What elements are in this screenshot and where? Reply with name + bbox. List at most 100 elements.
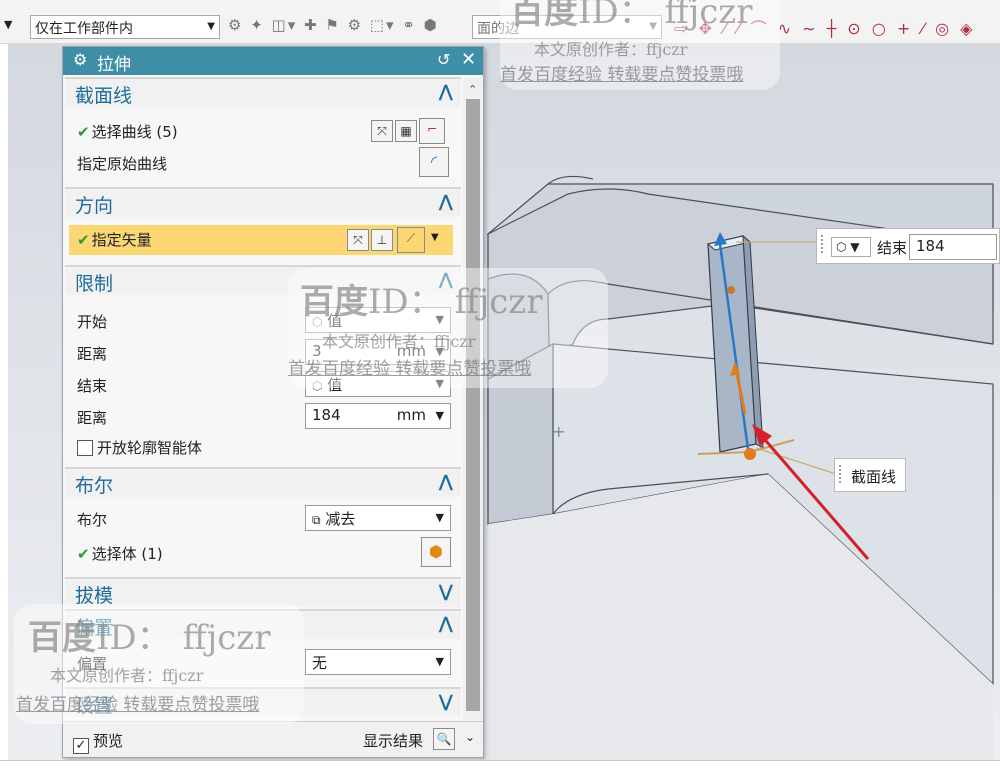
offset-value: 无 [312,654,328,672]
face-edge-value: 面的边 [477,21,519,37]
chevron-down-icon: ▼ [435,313,444,326]
offset-label: 偏置 [77,655,108,673]
chevron-down-icon[interactable]: ▼ [436,345,444,358]
section-callout-label: 截面线 [851,468,897,486]
check-icon: ✔ [77,231,90,249]
end-distance-input[interactable]: 184 mm ▼ [305,403,451,429]
dialog-title: 拉伸 [97,55,131,75]
show-result-icon[interactable]: 🔍 [433,728,455,750]
specify-vector-row[interactable]: ✔ 指定矢量 ⤧ ⊥ ⟋ ▼ [69,225,453,255]
section-curve-title: 截面线 [75,85,133,107]
dialog-title-bar[interactable]: ⚙ 拉伸 ↺ ✕ [63,47,483,75]
original-curve-row[interactable]: 指定原始曲线 ◜ [65,147,461,177]
preview-checkbox[interactable]: ✓ 预览 [73,730,123,754]
boolean-value: 减去 [325,510,356,528]
close-icon[interactable]: ✕ [461,49,476,70]
chevron-down-icon: ▼ [435,511,444,524]
open-profile-checkbox[interactable]: 开放轮廓智能体 [77,437,202,458]
show-result-label: 显示结果 [363,732,424,750]
snap-point-icons[interactable]: ⇨ ✥ ⁄ ⁄ ⌒ ∿ ∼ ┼ ⊙ ○ + ⁄ ◎ ◈ [674,15,975,39]
selection-scope-value: 仅在工作部件内 [35,21,133,37]
settings-title: 设置 [75,695,114,717]
distance-label: 距离 [77,345,108,363]
face-edge-dropdown[interactable]: 面的边 ▼ [472,15,662,39]
dialog-body: 截面线 ⋀ ✔ 选择曲线 (5) ⤧ ▦ ⌐ 指定原始曲线 ◜ 方向 ⋀ ✔ 指定矢… [65,77,461,759]
boolean-label: 布尔 [77,511,108,529]
select-body-label: ✔ 选择体 (1) [77,545,163,563]
limits-header[interactable]: 限制 ⋀ [65,265,461,295]
end-distance-callout[interactable]: ⬡ ▼ 结束 184 [816,228,1000,264]
original-curve-icon[interactable]: ◜ [419,147,449,177]
scroll-thumb[interactable] [466,99,480,711]
chevron-down-icon: ▼ [435,377,444,390]
select-body-row[interactable]: ✔ 选择体 (1) ⬢ [65,537,461,567]
unit-label: mm [396,406,426,424]
slab-edge [547,175,594,185]
origin-handle [744,448,756,460]
draft-header[interactable]: 拔模 ⋁ [65,577,461,607]
selection-scope-dropdown[interactable]: 仅在工作部件内 ▼ [30,15,220,39]
start-type-select[interactable]: ⬡ 值 ▼ [305,307,451,333]
vector-dialog-icon[interactable]: ⊥ [371,229,393,251]
direction-header[interactable]: 方向 ⋀ [65,187,461,217]
extrude-dialog: ⚙ 拉伸 ↺ ✕ 截面线 ⋀ ✔ 选择曲线 (5) ⤧ ▦ ⌐ 指定原始曲线 ◜ … [62,46,484,758]
section-curve-header[interactable]: 截面线 ⋀ [65,77,461,107]
boolean-header[interactable]: 布尔 ⋀ [65,467,461,497]
select-curve-icon[interactable]: ⌐ [419,118,445,144]
limits-title: 限制 [75,273,114,295]
end-callout-label: 结束 [877,239,908,257]
offset-row: 偏置 无 ▼ [65,649,461,677]
vector-type-icon[interactable]: ⟋ [397,227,425,253]
chevron-up-icon[interactable]: ⋀ [439,270,453,290]
end-distance-value: 184 [312,406,341,424]
chevron-up-icon[interactable]: ⋀ [439,192,453,212]
draft-title: 拔模 [75,585,114,607]
chevron-up-icon[interactable]: ⋀ [439,82,453,102]
end-label: 结束 [77,377,108,395]
chevron-down-icon: ▼ [649,21,657,32]
dialog-scrollbar[interactable]: ⌃ ⌄ [463,77,483,757]
chevron-down-icon[interactable]: ⋁ [439,692,453,712]
chevron-down-icon[interactable]: ⋁ [439,582,453,602]
start-distance-input[interactable]: 3 mm ▼ [305,339,451,365]
top-toolbar: ▼ 仅在工作部件内 ▼ ⚙ ✦ ◫▾ ✚ ⚑ ⚙ ⬚▾ ⚭ ⬢ 面的边 ▼ ⇨ … [0,0,1000,44]
end-type-select[interactable]: ⬡ 值 ▼ [305,371,451,397]
chevron-down-icon: ▼ [207,21,215,32]
start-row: 开始 ⬡ 值 ▼ [65,307,461,335]
start-distance-value: 3 [312,342,322,360]
start-type-value: 值 [327,312,343,330]
scroll-up-icon[interactable]: ⌃ [468,83,477,96]
chevron-up-icon[interactable]: ⋀ [439,472,453,492]
section-curve-callout[interactable]: 截面线 [834,458,906,492]
check-icon: ✔ [77,123,90,141]
reset-icon[interactable]: ↺ [437,50,450,69]
sketch-icon[interactable]: ▦ [395,120,417,142]
toolbar-overflow-icon[interactable]: ▼ [4,18,12,31]
chevron-down-icon[interactable]: ▼ [431,232,439,243]
unit-label: mm [396,342,426,360]
checkbox-icon[interactable] [77,440,93,456]
drag-grip-icon[interactable] [839,465,843,483]
boolean-title: 布尔 [75,475,114,497]
chevron-up-icon[interactable]: ⋀ [439,614,453,634]
offset-header[interactable]: 偏置 ⋀ [65,609,461,639]
settings-header[interactable]: 设置 ⋁ [65,687,461,717]
end-row: 结束 ⬡ 值 ▼ [65,371,461,399]
boolean-select[interactable]: ⧉ 减去 ▼ [305,505,451,531]
chevron-down-icon[interactable]: ▼ [436,409,444,422]
selection-filter-icons[interactable]: ⚙ ✦ ◫▾ ✚ ⚑ ⚙ ⬚▾ ⚭ ⬢ [228,16,439,34]
gear-icon[interactable]: ⚙ [73,50,87,69]
select-body-icon[interactable]: ⬢ [421,537,451,567]
offset-select[interactable]: 无 ▼ [305,649,451,675]
reverse-direction-icon[interactable]: ⤧ [347,229,369,251]
checkbox-checked-icon[interactable]: ✓ [73,738,89,754]
drag-grip-icon[interactable] [821,235,825,253]
end-callout-input[interactable]: 184 [909,234,997,260]
dialog-footer: ✓ 预览 显示结果 🔍 ⌄ [63,721,483,757]
open-profile-row[interactable]: 开放轮廓智能体 [65,433,461,461]
select-curve-row[interactable]: ✔ 选择曲线 (5) ⤧ ▦ ⌐ [65,117,461,145]
limit-type-selector[interactable]: ⬡ ▼ [831,237,871,257]
curve-rule-icon[interactable]: ⤧ [371,120,393,142]
scroll-down-icon[interactable]: ⌄ [465,730,475,744]
subtract-icon: ⧉ [312,513,321,527]
